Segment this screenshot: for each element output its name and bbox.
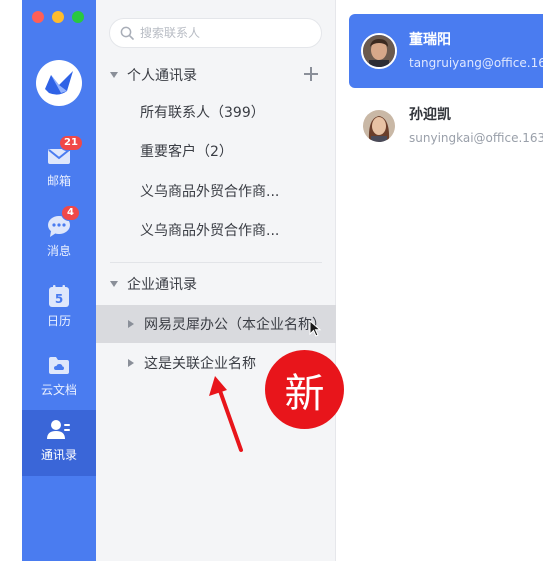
nav-cloud-docs-label: 云文档 [40,383,77,397]
expand-arrow-icon [128,320,134,328]
calendar-day: 5 [55,292,63,306]
cloud-folder-icon [47,353,71,377]
list-item-all-contacts[interactable]: 所有联系人（399） [140,100,320,126]
app-window: 21 邮箱 4 消息 5 日历 云文档 通讯录 搜索联系人 个人通讯录 所有联系… [0,0,543,561]
nav-calendar[interactable]: 5 日历 [22,276,96,340]
nav-calendar-label: 日历 [46,314,71,328]
nav-contacts[interactable]: 通讯录 [22,410,96,476]
nav-messages[interactable]: 4 消息 [22,205,96,270]
close-window-button[interactable] [32,11,44,23]
org-row-own[interactable]: 网易灵犀办公（本企业名称） [96,305,336,343]
chat-icon: 4 [47,205,80,238]
calendar-icon: 5 [47,284,71,308]
maximize-window-button[interactable] [72,11,84,23]
new-badge-annotation: 新 [265,350,344,429]
contact-list: 董瑞阳 tangruiyang@office.163.com 孙迎凯 sunyi… [336,0,543,561]
nav-mail-label: 邮箱 [46,174,71,188]
contact-card[interactable]: 孙迎凯 sunyingkai@office.163.com [349,89,543,163]
nav-contacts-label: 通讯录 [40,448,77,462]
enterprise-section-title: 企业通讯录 [127,277,197,293]
org-label: 网易灵犀办公（本企业名称） [144,317,326,333]
enterprise-section-header[interactable]: 企业通讯录 [96,270,336,298]
minimize-window-button[interactable] [52,11,64,23]
contact-name: 孙迎凯 [409,107,451,123]
contacts-icon [47,418,71,442]
list-item-important-clients[interactable]: 重要客户（2） [140,139,320,165]
messages-badge: 4 [61,205,80,221]
app-logo [36,60,82,106]
new-label: 新 [284,370,325,417]
expand-arrow-icon [128,359,134,367]
list-item-group-1[interactable]: 义乌商品外贸合作商... [140,179,320,205]
collapse-arrow-icon [110,72,118,78]
org-label: 这是关联企业名称 [144,356,256,372]
contact-card[interactable]: 董瑞阳 tangruiyang@office.163.com [349,14,543,88]
search-box[interactable] [109,18,322,48]
avatar [361,33,397,69]
contact-name: 董瑞阳 [409,32,451,48]
contacts-panel: 个人通讯录 所有联系人（399） 重要客户（2） 义乌商品外贸合作商... 义乌… [96,0,336,561]
list-item-group-2[interactable]: 义乌商品外贸合作商... [140,218,320,244]
nav-mail[interactable]: 21 邮箱 [22,135,96,200]
add-contact-icon[interactable] [304,67,318,81]
left-rail: 21 邮箱 4 消息 5 日历 云文档 通讯录 [22,0,96,561]
personal-section-title: 个人通讯录 [127,68,197,84]
contact-email: tangruiyang@office.163.com [409,56,543,70]
personal-section-header[interactable]: 个人通讯录 [96,61,336,89]
nav-messages-label: 消息 [46,244,71,258]
avatar [361,108,397,144]
search-input[interactable] [140,26,310,40]
window-controls [32,11,84,23]
mail-icon: 21 [47,135,83,168]
logo-icon [45,71,73,95]
mail-badge: 21 [59,135,83,151]
collapse-arrow-icon [110,281,118,287]
search-icon [120,26,134,40]
nav-cloud-docs[interactable]: 云文档 [22,345,96,409]
mouse-cursor-icon [309,319,323,342]
section-divider [110,262,322,263]
annotation-arrow-icon [205,372,250,458]
contact-email: sunyingkai@office.163.com [409,131,543,145]
